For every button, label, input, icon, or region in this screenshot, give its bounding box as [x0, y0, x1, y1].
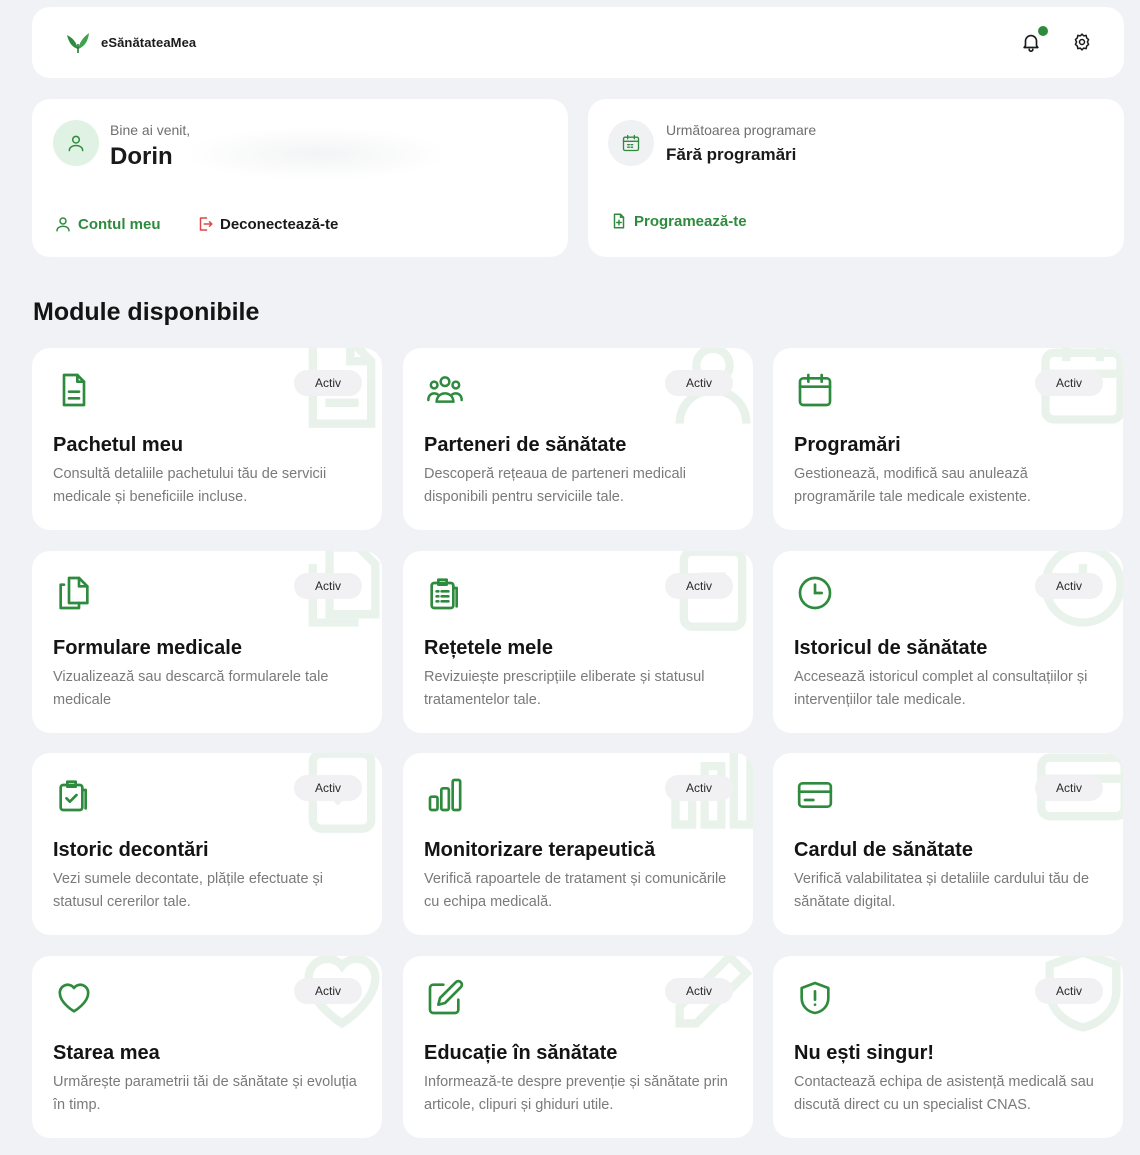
app-name: eSănătateaMea [101, 34, 197, 50]
status-badge: Activ [294, 573, 362, 599]
module-description: Verifică valabilitatea și detaliile card… [794, 871, 1090, 910]
status-badge: Activ [1035, 978, 1103, 1004]
bar-chart-icon [428, 778, 462, 812]
module-description: Consultă detaliile pachetului tău de ser… [53, 466, 327, 505]
module-card-retete[interactable]: Activ Rețetele mele Revizuiește prescrip… [403, 551, 753, 733]
files-icon [59, 576, 89, 610]
gear-icon[interactable] [1072, 32, 1092, 52]
clock-icon [798, 576, 832, 610]
module-title: Pachetul meu [53, 434, 184, 456]
appointment-icon-wrap [608, 120, 654, 166]
module-card-nu-esti-singur[interactable]: Activ Nu ești singur! Contactează echipa… [773, 956, 1123, 1138]
module-card-parteneri[interactable]: Activ Parteneri de sănătate Descoperă re… [403, 348, 753, 530]
module-title: Educație în sănătate [424, 1042, 618, 1064]
status-badge: Activ [294, 370, 362, 396]
status-badge: Activ [665, 573, 733, 599]
module-card-pachetul-meu[interactable]: Activ Pachetul meu Consultă detaliile pa… [32, 348, 382, 530]
logout-icon [199, 217, 213, 231]
module-description: Informează-te despre prevenție și sănăta… [424, 1074, 728, 1113]
module-card-starea-mea[interactable]: Activ Starea mea Urmărește parametrii tă… [32, 956, 382, 1138]
status-badge: Activ [294, 775, 362, 801]
status-badge: Activ [665, 775, 733, 801]
people-icon [427, 376, 463, 403]
appointment-value: Fără programări [666, 145, 797, 164]
module-title: Rețetele mele [424, 637, 553, 659]
appointment-label: Următoarea programare [666, 122, 817, 138]
leaf-logo-icon [67, 33, 89, 53]
module-title: Cardul de sănătate [794, 839, 973, 861]
status-badge: Activ [665, 370, 733, 396]
document-icon [62, 373, 86, 407]
module-description: Contactează echipa de asistență medicală… [794, 1074, 1094, 1113]
status-badge: Activ [1035, 775, 1103, 801]
logout-link-label: Deconectează-te [220, 215, 339, 233]
status-badge: Activ [1035, 370, 1103, 396]
module-title: Parteneri de sănătate [424, 434, 627, 456]
pencil-square-icon [428, 979, 464, 1015]
user-name: Dorin [110, 143, 173, 170]
module-description: Vizualizează sau descarcă formularele ta… [53, 669, 329, 708]
module-card-decontari[interactable]: Activ Istoric decontări Vezi sumele deco… [32, 753, 382, 935]
module-description: Accesează istoricul complet al consultaț… [794, 669, 1088, 708]
redacted-surname [192, 129, 442, 179]
status-badge: Activ [1035, 573, 1103, 599]
module-card-programari[interactable]: Activ Programări Gestionează, modifică s… [773, 348, 1123, 530]
module-card-monitorizare[interactable]: Activ Monitorizare terapeutică Verifică … [403, 753, 753, 935]
calendar-icon [798, 373, 832, 407]
section-title: Module disponibile [33, 298, 260, 326]
app-logo[interactable]: eSănătateaMea [65, 29, 196, 55]
module-description: Urmărește parametrii tăi de sănătate și … [53, 1074, 357, 1113]
greeting-text: Bine ai venit, [110, 122, 191, 138]
clipboard-check-icon [59, 780, 87, 812]
module-description: Verifică rapoartele de tratament și comu… [424, 871, 727, 910]
user-icon [68, 135, 84, 152]
module-title: Programări [794, 434, 901, 456]
book-link-label: Programează-te [634, 212, 747, 230]
module-title: Monitorizare terapeutică [424, 839, 656, 861]
calendar-icon [622, 134, 640, 152]
heart-icon [58, 983, 90, 1013]
welcome-card: Bine ai venit, Dorin Contul meu Deconect… [32, 99, 568, 257]
next-appointment-card: Următoarea programare Fără programări Pr… [588, 99, 1124, 257]
module-description: Revizuiește prescripțiile eliberate și s… [424, 669, 705, 708]
book-appointment-link[interactable]: Programează-te [610, 212, 747, 230]
module-card-card-sanatate[interactable]: Activ Cardul de sănătate Verifică valabi… [773, 753, 1123, 935]
document-plus-icon [613, 213, 625, 229]
credit-card-icon [797, 782, 833, 808]
shield-alert-icon [800, 981, 830, 1015]
account-link[interactable]: Contul meu [54, 215, 161, 233]
module-description: Vezi sumele decontate, plățile efectuate… [53, 871, 324, 910]
module-card-formulare[interactable]: Activ Formulare medicale Vizualizează sa… [32, 551, 382, 733]
top-bar: eSănătateaMea [32, 7, 1124, 78]
status-badge: Activ [665, 978, 733, 1004]
module-description: Gestionează, modifică sau anulează progr… [794, 466, 1031, 505]
module-card-educatie[interactable]: Activ Educație în sănătate Informează-te… [403, 956, 753, 1138]
notification-dot [1038, 26, 1048, 36]
module-title: Istoric decontări [53, 839, 209, 861]
avatar [53, 120, 99, 166]
clipboard-list-icon [430, 578, 458, 610]
status-badge: Activ [294, 978, 362, 1004]
module-title: Istoricul de sănătate [794, 637, 988, 659]
module-card-istoric-sanatate[interactable]: Activ Istoricul de sănătate Accesează is… [773, 551, 1123, 733]
module-title: Nu ești singur! [794, 1042, 935, 1064]
module-title: Starea mea [53, 1042, 160, 1064]
account-link-label: Contul meu [78, 215, 161, 233]
user-outline-icon [56, 217, 70, 232]
module-title: Formulare medicale [53, 637, 242, 659]
module-description: Descoperă rețeaua de parteneri medicali … [424, 466, 686, 505]
logout-link[interactable]: Deconectează-te [196, 215, 338, 233]
